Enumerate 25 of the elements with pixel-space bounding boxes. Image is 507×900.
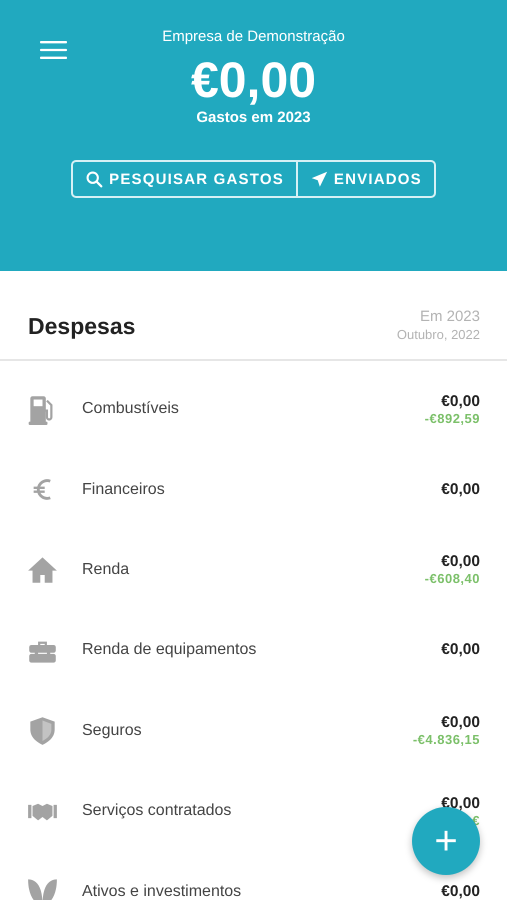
category-name[interactable]: Renda de equipamentos — [82, 641, 256, 660]
menu-icon[interactable] — [39, 41, 68, 59]
category-name[interactable]: Ativos e investimentos — [82, 882, 242, 900]
category-amount: €0,00 — [441, 882, 480, 900]
paper-plane-icon — [310, 170, 328, 188]
category-name[interactable]: Financeiros — [82, 480, 165, 499]
category-amount: €0,00 — [440, 553, 480, 572]
category-amount: €0,00 — [440, 714, 480, 732]
company-name: Empresa de Demonstração — [162, 28, 345, 46]
category-name[interactable]: Seguros — [82, 722, 142, 740]
category-name[interactable]: Serviços contratados — [82, 802, 232, 820]
search-icon — [85, 170, 104, 188]
difference-amount: -€4.836,15 — [412, 732, 480, 748]
category-amount: €0,00 — [441, 480, 480, 499]
section-title: Despesas — [28, 312, 136, 340]
difference-amount: -€892,59 — [424, 410, 480, 426]
category-amount: €0,00 — [441, 641, 480, 660]
category-name[interactable]: Renda — [82, 560, 130, 579]
category-amount: €0,00 — [440, 392, 480, 411]
total-caption: Gastos em 2023 — [196, 109, 311, 127]
difference-amount: -€608,40 — [424, 571, 480, 586]
category-name[interactable]: Combustíveis — [82, 400, 179, 418]
period-label: Em 2023 — [418, 308, 480, 325]
total-amount: €0,00 — [190, 52, 316, 108]
comparison-label: Outubro, 2022 — [396, 327, 480, 342]
